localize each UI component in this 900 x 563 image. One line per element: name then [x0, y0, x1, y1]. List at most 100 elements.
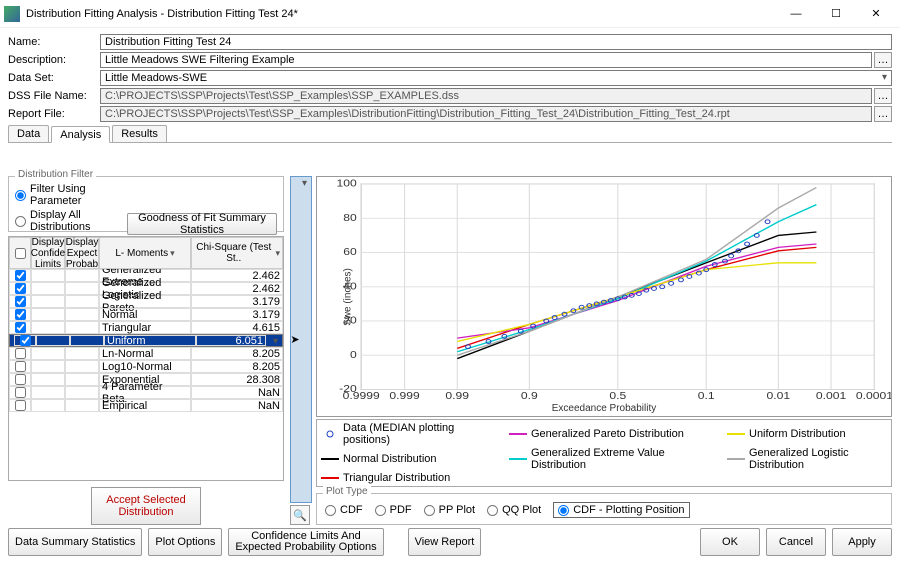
- row-display-checkbox[interactable]: [15, 309, 26, 320]
- plot-type-cdf-radio[interactable]: [325, 505, 336, 516]
- apply-button[interactable]: Apply: [832, 528, 892, 556]
- hdr-display-all[interactable]: [9, 237, 31, 269]
- plot-type-pdf-radio[interactable]: [375, 505, 386, 516]
- row-chisq: 4.615: [191, 321, 283, 334]
- name-label: Name:: [8, 36, 100, 48]
- accept-selected-distribution-button[interactable]: Accept Selected Distribution: [91, 487, 201, 525]
- row-display-checkbox[interactable]: [20, 335, 31, 346]
- svg-text:0: 0: [350, 350, 357, 361]
- svg-text:0.9999: 0.9999: [343, 391, 380, 402]
- svg-text:0.999: 0.999: [389, 391, 419, 402]
- legend-gp: Generalized Pareto Distribution: [531, 428, 684, 440]
- titlebar: Distribution Fitting Analysis - Distribu…: [0, 0, 900, 28]
- gof-summary-button[interactable]: Goodness of Fit Summary Statistics: [127, 213, 277, 235]
- tab-bar: Data Analysis Results: [8, 125, 892, 143]
- row-chisq: NaN: [191, 386, 283, 399]
- view-report-button[interactable]: View Report: [408, 528, 482, 556]
- table-row[interactable]: Generalized Pareto3.179: [9, 295, 283, 308]
- magnifier-icon: 🔍: [293, 509, 307, 522]
- row-display-checkbox[interactable]: [15, 374, 26, 385]
- app-icon: [4, 6, 20, 22]
- reportfile-browse-button[interactable]: …: [874, 106, 892, 122]
- minimize-button[interactable]: —: [776, 1, 816, 27]
- svg-text:0.9: 0.9: [521, 391, 538, 402]
- hdr-method-select[interactable]: L- Moments: [99, 237, 191, 269]
- conf-limits-button[interactable]: Confidence Limits And Expected Probabili…: [228, 528, 383, 556]
- tab-data[interactable]: Data: [8, 125, 49, 142]
- row-dist-name: 4 Parameter Beta: [99, 386, 191, 399]
- tab-results[interactable]: Results: [112, 125, 167, 142]
- content: Name: Distribution Fitting Test 24 Descr…: [0, 28, 900, 563]
- row-display-checkbox[interactable]: [15, 322, 26, 333]
- reportfile-label: Report File:: [8, 108, 100, 120]
- row-chisq: 3.179: [191, 295, 283, 308]
- table-row[interactable]: Ln-Normal8.205: [9, 347, 283, 360]
- zoom-tool-button[interactable]: 🔍: [290, 505, 310, 525]
- row-dist-name: Ln-Normal: [99, 347, 191, 360]
- legend-unif: Uniform Distribution: [749, 428, 846, 440]
- table-row[interactable]: Uniform6.051: [9, 334, 283, 347]
- row-display-checkbox[interactable]: [15, 348, 26, 359]
- plot-type-cdfpp-radio[interactable]: [558, 505, 569, 516]
- svg-text:60: 60: [343, 247, 357, 258]
- plot-area[interactable]: -200204060801000.99990.9990.990.90.50.10…: [316, 176, 892, 417]
- plot-options-button[interactable]: Plot Options: [148, 528, 222, 556]
- window-title: Distribution Fitting Analysis - Distribu…: [26, 8, 776, 20]
- row-display-checkbox[interactable]: [15, 387, 26, 398]
- tab-analysis[interactable]: Analysis: [51, 126, 110, 143]
- description-expand-button[interactable]: …: [874, 52, 892, 68]
- table-row[interactable]: Triangular4.615: [9, 321, 283, 334]
- description-input[interactable]: Little Meadows SWE Filtering Example: [100, 52, 872, 68]
- display-all-distributions-label: Display All Distributions: [30, 209, 127, 233]
- svg-text:80: 80: [343, 213, 357, 224]
- row-display-checkbox[interactable]: [15, 270, 26, 281]
- maximize-button[interactable]: ☐: [816, 1, 856, 27]
- data-summary-stats-button[interactable]: Data Summary Statistics: [8, 528, 142, 556]
- row-dist-name: Empirical: [99, 399, 191, 412]
- hdr-stat-select[interactable]: Chi-Square (Test St..: [191, 237, 283, 269]
- name-input[interactable]: Distribution Fitting Test 24: [100, 34, 892, 50]
- svg-text:0.5: 0.5: [609, 391, 626, 402]
- row-chisq: 28.308: [191, 373, 283, 386]
- hdr-exp-prob: Display Expect Probab: [65, 237, 99, 269]
- row-display-checkbox[interactable]: [15, 361, 26, 372]
- row-chisq: 2.462: [191, 282, 283, 295]
- plot-type-pp-radio[interactable]: [424, 505, 435, 516]
- filter-using-parameter-radio[interactable]: [15, 190, 26, 201]
- svg-text:0.99: 0.99: [445, 391, 469, 402]
- close-button[interactable]: ✕: [856, 1, 896, 27]
- svg-text:100: 100: [336, 179, 356, 190]
- y-axis-label: Swe (inches): [342, 268, 353, 326]
- row-dist-name: Uniform: [104, 335, 196, 346]
- filter-group-title: Distribution Filter: [15, 169, 96, 180]
- svg-text:0.001: 0.001: [816, 391, 846, 402]
- table-row[interactable]: EmpiricalNaN: [9, 399, 283, 412]
- row-dist-name: Normal: [99, 308, 191, 321]
- dssfile-browse-button[interactable]: …: [874, 88, 892, 104]
- circle-icon: [321, 430, 339, 438]
- cancel-button[interactable]: Cancel: [766, 528, 826, 556]
- pointer-tool-button[interactable]: ➤: [290, 176, 312, 503]
- row-display-checkbox[interactable]: [15, 296, 26, 307]
- dataset-select[interactable]: Little Meadows-SWE: [100, 70, 892, 86]
- table-row[interactable]: Normal3.179: [9, 308, 283, 321]
- bottom-button-row: Data Summary Statistics Plot Options Con…: [8, 527, 892, 557]
- row-dist-name: Generalized Pareto: [99, 295, 191, 308]
- display-all-distributions-radio[interactable]: [15, 216, 26, 227]
- ok-button[interactable]: OK: [700, 528, 760, 556]
- svg-text:0.0001: 0.0001: [856, 391, 891, 402]
- row-chisq: 3.179: [191, 308, 283, 321]
- plot-type-qq-radio[interactable]: [487, 505, 498, 516]
- dataset-label: Data Set:: [8, 72, 100, 84]
- svg-text:0.1: 0.1: [698, 391, 715, 402]
- row-chisq: 8.205: [191, 347, 283, 360]
- display-all-checkbox[interactable]: [15, 248, 26, 259]
- reportfile-input: C:\PROJECTS\SSP\Projects\Test\SSP_Exampl…: [100, 106, 872, 122]
- filter-using-parameter-label: Filter Using Parameter: [30, 183, 127, 207]
- legend-tri: Triangular Distribution: [343, 472, 450, 484]
- row-display-checkbox[interactable]: [15, 283, 26, 294]
- table-row[interactable]: 4 Parameter BetaNaN: [9, 386, 283, 399]
- row-display-checkbox[interactable]: [15, 400, 26, 411]
- plot-type-title: Plot Type: [323, 486, 371, 497]
- table-row[interactable]: Log10-Normal8.205: [9, 360, 283, 373]
